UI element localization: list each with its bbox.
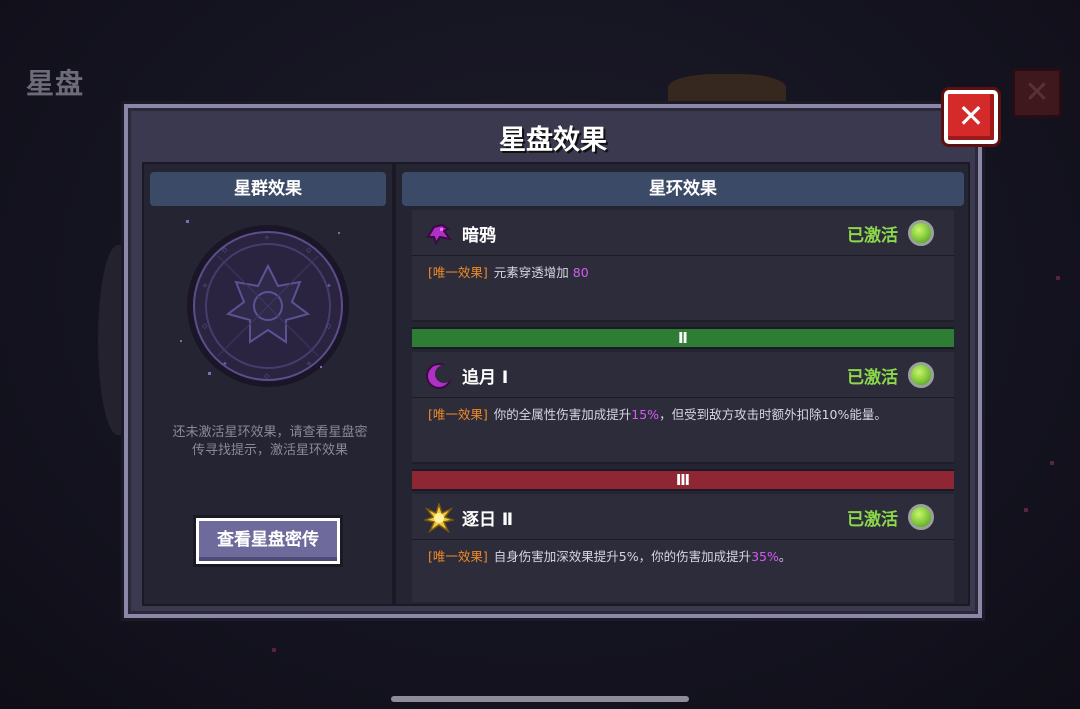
desc-text: 元素穿透增加 bbox=[493, 265, 573, 280]
close-button[interactable]: ✕ bbox=[944, 90, 998, 144]
effect-name: 暗鸦 bbox=[462, 226, 496, 246]
desc-text: 。 bbox=[778, 549, 792, 564]
crescent-moon-icon bbox=[426, 363, 453, 389]
effect-card: 暗鸦 已激活 [唯一效果] 元素穿透增加 80 bbox=[412, 210, 954, 322]
close-icon: ✕ bbox=[957, 97, 985, 135]
unique-effect-tag: [唯一效果] bbox=[428, 265, 488, 280]
close-icon: ✕ bbox=[1024, 75, 1050, 110]
effect-header: 逐日 Ⅱ 已激活 bbox=[412, 494, 954, 540]
effect-name: 逐日 Ⅱ bbox=[462, 510, 514, 530]
background-page-title: 星盘 bbox=[26, 67, 85, 100]
desc-highlight: 15% bbox=[631, 407, 660, 422]
sun-icon bbox=[424, 503, 454, 533]
modal-title: 星盘效果 bbox=[499, 125, 607, 156]
svg-text:✦: ✦ bbox=[222, 360, 228, 368]
effect-description: [唯一效果] 自身伤害加深效果提升5%，你的伤害加成提升35%。 bbox=[428, 546, 938, 565]
tier-divider-3: Ⅲ bbox=[412, 469, 954, 491]
star-ring-panel: 星环效果 暗鸦 已激活 [唯一效果] 元素穿透增加 80 Ⅱ 追月 Ⅰ 已激活 … bbox=[394, 162, 970, 606]
effect-name: 追月 Ⅰ bbox=[462, 368, 509, 388]
star-ring-header: 星环效果 bbox=[402, 172, 964, 206]
effect-card: 追月 Ⅰ 已激活 [唯一效果] 你的全属性伤害加成提升15%，但受到敌方攻击时额外… bbox=[412, 352, 954, 464]
desc-highlight: 80 bbox=[572, 265, 589, 280]
effect-status: 已激活 bbox=[847, 368, 898, 388]
svg-text:✧: ✧ bbox=[264, 234, 270, 242]
activation-hint: 还未激活星环效果，请查看星盘密 传寻找提示，激活星环效果 bbox=[150, 424, 390, 460]
desc-highlight: 35% bbox=[751, 549, 779, 564]
background-close-button: ✕ bbox=[1012, 68, 1062, 118]
constellation-panel: 星群效果 ✧ ◇ ✦ ◇ ✧ ◇ ✦ ◇ ✧ ◇ 还未激活星环效果，请查看星盘密… bbox=[142, 162, 394, 606]
unique-effect-tag: [唯一效果] bbox=[428, 407, 488, 422]
effect-card: 逐日 Ⅱ 已激活 [唯一效果] 自身伤害加深效果提升5%，你的伤害加成提升35%。 bbox=[412, 494, 954, 602]
background-star bbox=[1056, 276, 1060, 280]
svg-text:✦: ✦ bbox=[326, 282, 332, 290]
star-disk-icon: ✧ ◇ ✦ ◇ ✧ ◇ ✦ ◇ ✧ ◇ bbox=[180, 220, 349, 387]
desc-text: 自身伤害加深效果提升5%，你的伤害加成提升 bbox=[493, 549, 752, 564]
effect-header: 暗鸦 已激活 bbox=[412, 210, 954, 256]
effect-status: 已激活 bbox=[847, 226, 898, 246]
star-disk-effects-modal: 星盘效果 ✕ 星群效果 ✧ ◇ ✦ ◇ ✧ ◇ ✦ ◇ ✧ ◇ 还未激活星环效果… bbox=[124, 90, 998, 618]
constellation-header: 星群效果 bbox=[150, 172, 386, 206]
tier-divider-2: Ⅱ bbox=[412, 327, 954, 349]
svg-text:◇: ◇ bbox=[264, 372, 270, 380]
desc-text: ，但受到敌方攻击时额外扣除10%能量。 bbox=[659, 407, 887, 422]
effects-list[interactable]: 暗鸦 已激活 [唯一效果] 元素穿透增加 80 Ⅱ 追月 Ⅰ 已激活 [唯一效果… bbox=[412, 210, 954, 602]
home-indicator[interactable] bbox=[391, 696, 689, 702]
effect-description: [唯一效果] 元素穿透增加 80 bbox=[428, 262, 938, 281]
svg-text:◇: ◇ bbox=[202, 322, 208, 330]
active-orb-icon bbox=[908, 220, 934, 246]
active-orb-icon bbox=[908, 362, 934, 388]
unique-effect-tag: [唯一效果] bbox=[428, 549, 488, 564]
background-star bbox=[1024, 508, 1028, 512]
hint-line: 还未激活星环效果，请查看星盘密 bbox=[172, 425, 368, 440]
svg-text:✧: ✧ bbox=[202, 282, 208, 290]
effect-description: [唯一效果] 你的全属性伤害加成提升15%，但受到敌方攻击时额外扣除10%能量。 bbox=[428, 404, 938, 423]
active-orb-icon bbox=[908, 504, 934, 530]
background-star bbox=[1050, 461, 1054, 465]
view-star-disk-lore-button[interactable]: 查看星盘密传 bbox=[196, 518, 340, 564]
svg-text:✧: ✧ bbox=[306, 360, 312, 368]
raven-icon bbox=[426, 223, 453, 246]
svg-text:◇: ◇ bbox=[326, 322, 332, 330]
hint-line: 传寻找提示，激活星环效果 bbox=[191, 443, 348, 458]
desc-text: 你的全属性伤害加成提升 bbox=[493, 407, 632, 422]
effect-header: 追月 Ⅰ 已激活 bbox=[412, 352, 954, 398]
svg-text:◇: ◇ bbox=[306, 246, 312, 254]
effect-status: 已激活 bbox=[847, 510, 898, 530]
background-star bbox=[272, 648, 276, 652]
svg-text:◇: ◇ bbox=[222, 246, 228, 254]
background-creature bbox=[668, 74, 786, 108]
